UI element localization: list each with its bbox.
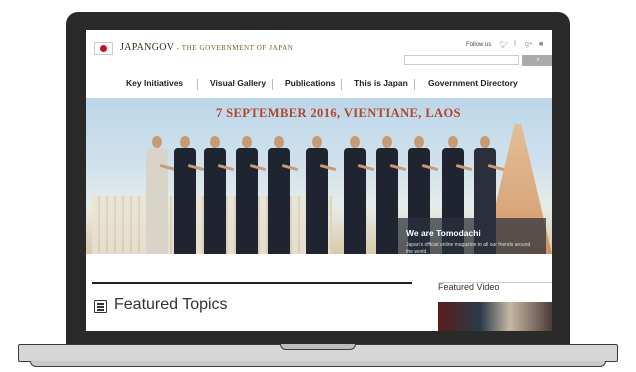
- nav-divider: [272, 79, 273, 90]
- youtube-icon[interactable]: ■: [539, 41, 543, 48]
- main-nav: Key Initiatives Visual Gallery Publicati…: [86, 78, 552, 92]
- hero-person: [376, 136, 407, 254]
- promo-title: We are Tomodachi: [406, 228, 481, 238]
- hero-person: [306, 136, 337, 254]
- laptop-notch: [280, 344, 356, 350]
- nav-key-initiatives[interactable]: Key Initiatives: [126, 78, 183, 88]
- featured-topics-heading: Featured Topics: [114, 296, 228, 313]
- nav-divider: [197, 79, 198, 90]
- hero-person: [204, 136, 235, 254]
- section-divider: [92, 282, 412, 284]
- nav-this-is-japan[interactable]: This is Japan: [354, 78, 408, 88]
- nav-government-directory[interactable]: Government Directory: [428, 78, 518, 88]
- featured-video-heading: Featured Video: [438, 282, 500, 292]
- google-plus-icon[interactable]: g+: [525, 41, 533, 48]
- nav-divider: [414, 79, 415, 90]
- nav-publications[interactable]: Publications: [285, 78, 336, 88]
- site-header: JAPANGOV - The Government of Japan Follo…: [86, 30, 552, 74]
- search-button[interactable]: ⌕: [522, 55, 552, 66]
- follow-us-label: Follow us: [466, 42, 492, 48]
- laptop-screen: JAPANGOV - The Government of Japan Follo…: [86, 30, 552, 331]
- site-name: JAPANGOV: [120, 42, 175, 53]
- site-tagline: - The Government of Japan: [174, 44, 294, 52]
- japan-flag-icon[interactable]: [94, 42, 113, 55]
- nav-visual-gallery[interactable]: Visual Gallery: [210, 78, 266, 88]
- site-logo[interactable]: JAPANGOV - The Government of Japan: [120, 42, 293, 53]
- search-input[interactable]: [404, 55, 519, 65]
- hero-headline: 7 SEPTEMBER 2016, VIENTIANE, LAOS: [216, 106, 461, 120]
- featured-video-thumbnail[interactable]: [438, 302, 552, 331]
- hero-person: [344, 136, 375, 254]
- hero-person: [236, 136, 267, 254]
- twitter-icon[interactable]: 🐦︎: [499, 41, 508, 49]
- list-icon: [94, 300, 107, 313]
- laptop-base-bottom: [30, 361, 606, 367]
- hero-person: [174, 136, 205, 254]
- hero-banner[interactable]: 7 SEPTEMBER 2016, VIENTIANE, LAOS We are…: [86, 98, 552, 254]
- nav-divider: [341, 79, 342, 90]
- facebook-icon[interactable]: f: [514, 41, 516, 48]
- tomodachi-promo[interactable]: We are Tomodachi Japan's official online…: [398, 218, 546, 254]
- hero-person: [146, 136, 177, 254]
- hero-person: [268, 136, 299, 254]
- search-icon: ⌕: [536, 57, 540, 63]
- promo-text: Japan's official online magazine to all …: [406, 242, 531, 254]
